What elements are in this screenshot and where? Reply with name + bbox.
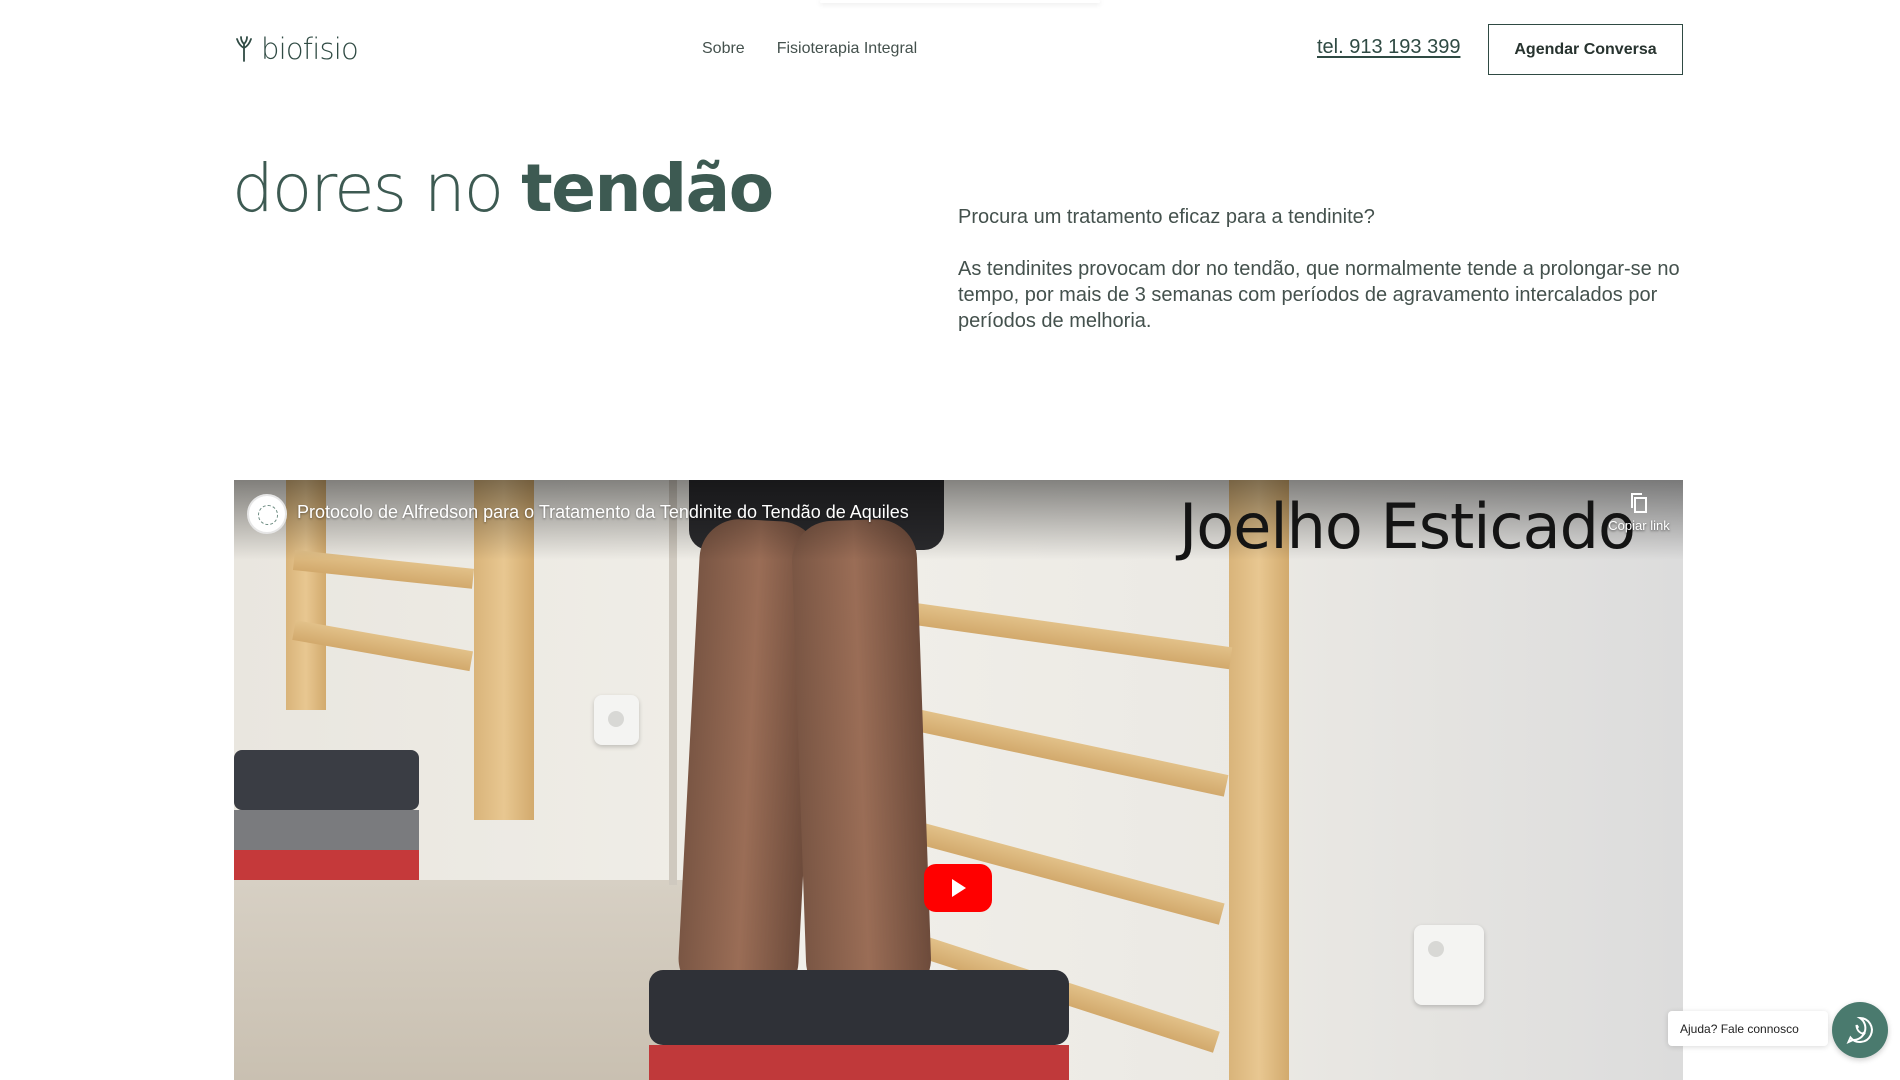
thumbnail-step-left	[234, 750, 419, 890]
youtube-play-button[interactable]	[924, 864, 992, 912]
thumbnail-socket	[1414, 925, 1484, 1005]
intro-text: Procura um tratamento eficaz para a tend…	[958, 204, 1688, 360]
video-overlay-caption: Joelho Esticado	[1179, 490, 1636, 563]
title-light: dores no	[232, 150, 522, 227]
thumbnail-step	[649, 970, 1069, 1080]
nav-item-sobre[interactable]: Sobre	[702, 40, 745, 58]
thumbnail-wallbar	[1229, 480, 1289, 1080]
help-bubble[interactable]: Ajuda? Fale connosco	[1668, 1011, 1828, 1046]
plant-icon	[236, 36, 252, 62]
logo-text: biofisio	[261, 32, 359, 66]
copy-link-button[interactable]: Copiar link	[1599, 492, 1679, 533]
main-nav: Sobre Fisioterapia Integral	[702, 40, 917, 58]
intro-body: As tendinites provocam dor no tendão, qu…	[958, 258, 1680, 332]
logo-link[interactable]: biofisio	[233, 32, 359, 66]
whatsapp-button[interactable]	[1832, 1002, 1888, 1058]
phone-link[interactable]: tel. 913 193 399	[1317, 36, 1460, 59]
whatsapp-icon	[1846, 1016, 1873, 1044]
copy-icon	[1631, 493, 1647, 513]
thumbnail-leg	[790, 517, 933, 1003]
nav-item-fisioterapia-integral[interactable]: Fisioterapia Integral	[777, 40, 918, 58]
play-icon	[952, 879, 966, 897]
channel-avatar[interactable]	[247, 494, 287, 534]
thumbnail-socket	[594, 695, 639, 745]
thumbnail-floor	[234, 880, 694, 1080]
copy-link-label: Copiar link	[1608, 518, 1670, 533]
title-bold: tendão	[521, 150, 774, 227]
video-title[interactable]: Protocolo de Alfredson para o Tratamento…	[297, 502, 909, 523]
page-title: dores no tendão	[232, 150, 774, 227]
top-shadow	[820, 0, 1100, 3]
agendar-conversa-button[interactable]: Agendar Conversa	[1488, 24, 1683, 75]
site-header: biofisio Sobre Fisioterapia Integral tel…	[233, 24, 1683, 76]
page: biofisio Sobre Fisioterapia Integral tel…	[0, 0, 1900, 1080]
intro-question: Procura um tratamento eficaz para a tend…	[958, 206, 1375, 228]
youtube-video-embed[interactable]: Protocolo de Alfredson para o Tratamento…	[234, 480, 1683, 1080]
